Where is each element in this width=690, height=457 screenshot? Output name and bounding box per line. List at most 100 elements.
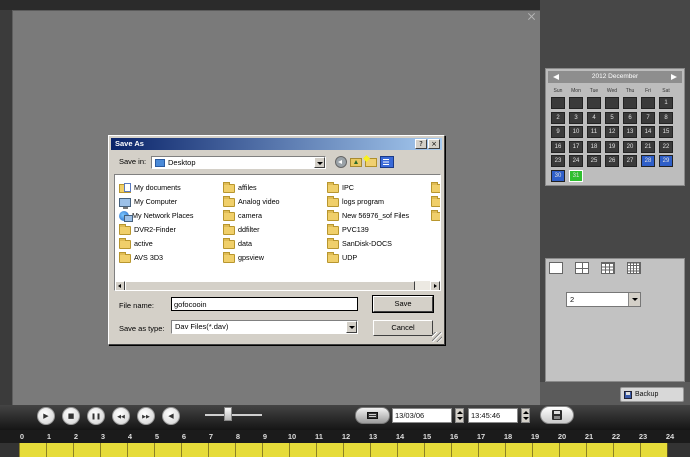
file-item[interactable]: Analog video [223,195,327,209]
calendar-day[interactable] [551,97,565,109]
file-name-field[interactable] [171,297,358,311]
scroll-right-icon[interactable] [430,281,440,290]
calendar-day[interactable]: 24 [569,155,583,167]
file-list[interactable]: My documents My Computer My Network Places… [114,174,441,291]
file-item[interactable] [431,181,440,195]
views-menu-icon[interactable] [380,156,394,168]
calendar-day[interactable]: 2 [551,111,565,124]
calendar-day[interactable]: 18 [587,140,601,153]
split-4-icon[interactable] [575,262,589,274]
calendar-day[interactable]: 11 [587,126,601,138]
calendar-day[interactable]: 10 [569,126,583,138]
save-button[interactable]: Save [372,295,434,313]
stop-button[interactable] [62,407,80,425]
audio-button[interactable] [162,407,180,425]
calendar-day[interactable] [605,97,619,109]
split-1-icon[interactable] [549,262,563,274]
file-item[interactable]: PVC139 [327,223,431,237]
calendar-day[interactable]: 4 [587,111,601,124]
volume-slider-thumb[interactable] [223,407,232,421]
file-item[interactable]: gpsview [223,251,327,265]
calendar-day[interactable] [641,97,655,109]
calendar-day[interactable]: 6 [623,111,637,124]
file-item[interactable]: affiles [223,181,327,195]
calendar-day[interactable]: 26 [605,155,619,167]
file-item[interactable]: IPC [327,181,431,195]
file-item[interactable]: active [119,237,223,251]
calendar-day[interactable]: 12 [605,126,619,138]
file-item[interactable]: AVS 3D3 [119,251,223,265]
next-month-icon[interactable] [671,74,677,80]
calendar-day[interactable] [569,97,583,109]
file-item[interactable]: data [223,237,327,251]
chevron-down-icon[interactable] [628,293,640,306]
volume-slider-track[interactable] [205,414,262,416]
calendar-day[interactable]: 7 [641,111,655,124]
save-as-type-dropdown[interactable]: Dav Files(*.dav) [171,320,358,334]
chevron-down-icon[interactable] [314,157,325,168]
calendar-day[interactable]: 14 [641,126,655,138]
close-button[interactable] [428,139,440,149]
pause-button[interactable] [87,407,105,425]
cancel-button[interactable]: Cancel [373,320,433,336]
back-icon[interactable] [335,156,347,168]
split-16-icon[interactable] [627,262,641,274]
scroll-left-icon[interactable] [115,281,125,290]
calendar-day[interactable]: 23 [551,155,565,167]
goto-time-button[interactable] [355,407,390,424]
calendar-day[interactable]: 3 [569,111,583,124]
file-item[interactable]: SanDisk-DOCS [327,237,431,251]
file-item[interactable]: UDP [327,251,431,265]
calendar-day[interactable]: 13 [623,126,637,138]
calendar-day[interactable]: 22 [659,140,673,153]
calendar-day[interactable]: 31 [569,169,583,182]
time-field[interactable]: 13:45:46 [468,408,518,423]
calendar-day[interactable]: 30 [551,169,565,182]
file-item[interactable]: My Computer [119,195,223,209]
timeline-bar[interactable] [0,443,690,457]
play-button[interactable] [37,407,55,425]
calendar-day[interactable]: 5 [605,111,619,124]
chevron-down-icon[interactable] [346,321,357,333]
calendar-day[interactable]: 1 [659,97,673,109]
calendar-day[interactable]: 19 [605,140,619,153]
calendar-day[interactable]: 27 [623,155,637,167]
help-button[interactable] [415,139,427,149]
file-item[interactable]: My documents [119,181,223,195]
dialog-title-bar[interactable]: Save As [111,138,442,150]
calendar-day[interactable]: 20 [623,140,637,153]
horizontal-scrollbar[interactable] [115,281,440,290]
calendar-day[interactable] [623,97,637,109]
file-item[interactable] [431,209,440,223]
file-item[interactable]: New 56976_sof Files [327,209,431,223]
up-folder-icon[interactable] [350,158,362,167]
calendar-day[interactable]: 17 [569,140,583,153]
new-folder-icon[interactable] [365,158,377,167]
resize-grip-icon[interactable] [432,332,442,342]
backup-button[interactable]: Backup [620,387,684,402]
time-spinner[interactable] [521,408,530,423]
calendar-day[interactable]: 9 [551,126,565,138]
channel-dropdown[interactable]: 2 [566,292,641,307]
split-9-icon[interactable] [601,262,615,274]
calendar-day[interactable] [587,97,601,109]
calendar-day[interactable]: 25 [587,155,601,167]
slow-button[interactable] [112,407,130,425]
calendar-day[interactable]: 28 [641,155,655,167]
file-item[interactable]: DVR2-Finder [119,223,223,237]
file-item[interactable]: camera [223,209,327,223]
file-item[interactable]: ddfilter [223,223,327,237]
calendar-day[interactable]: 16 [551,140,565,153]
file-item[interactable]: logs program [327,195,431,209]
save-in-dropdown[interactable]: Desktop [151,156,326,169]
close-icon[interactable] [527,12,536,21]
date-spinner[interactable] [455,408,464,423]
date-field[interactable]: 13/03/06 [392,408,452,423]
file-item[interactable] [431,195,440,209]
calendar-day[interactable]: 8 [659,111,673,124]
calendar-day[interactable]: 15 [659,126,673,138]
scrollbar-thumb[interactable] [125,281,415,290]
fast-button[interactable] [137,407,155,425]
file-item[interactable]: My Network Places [119,209,223,223]
save-clip-button[interactable] [540,406,574,424]
